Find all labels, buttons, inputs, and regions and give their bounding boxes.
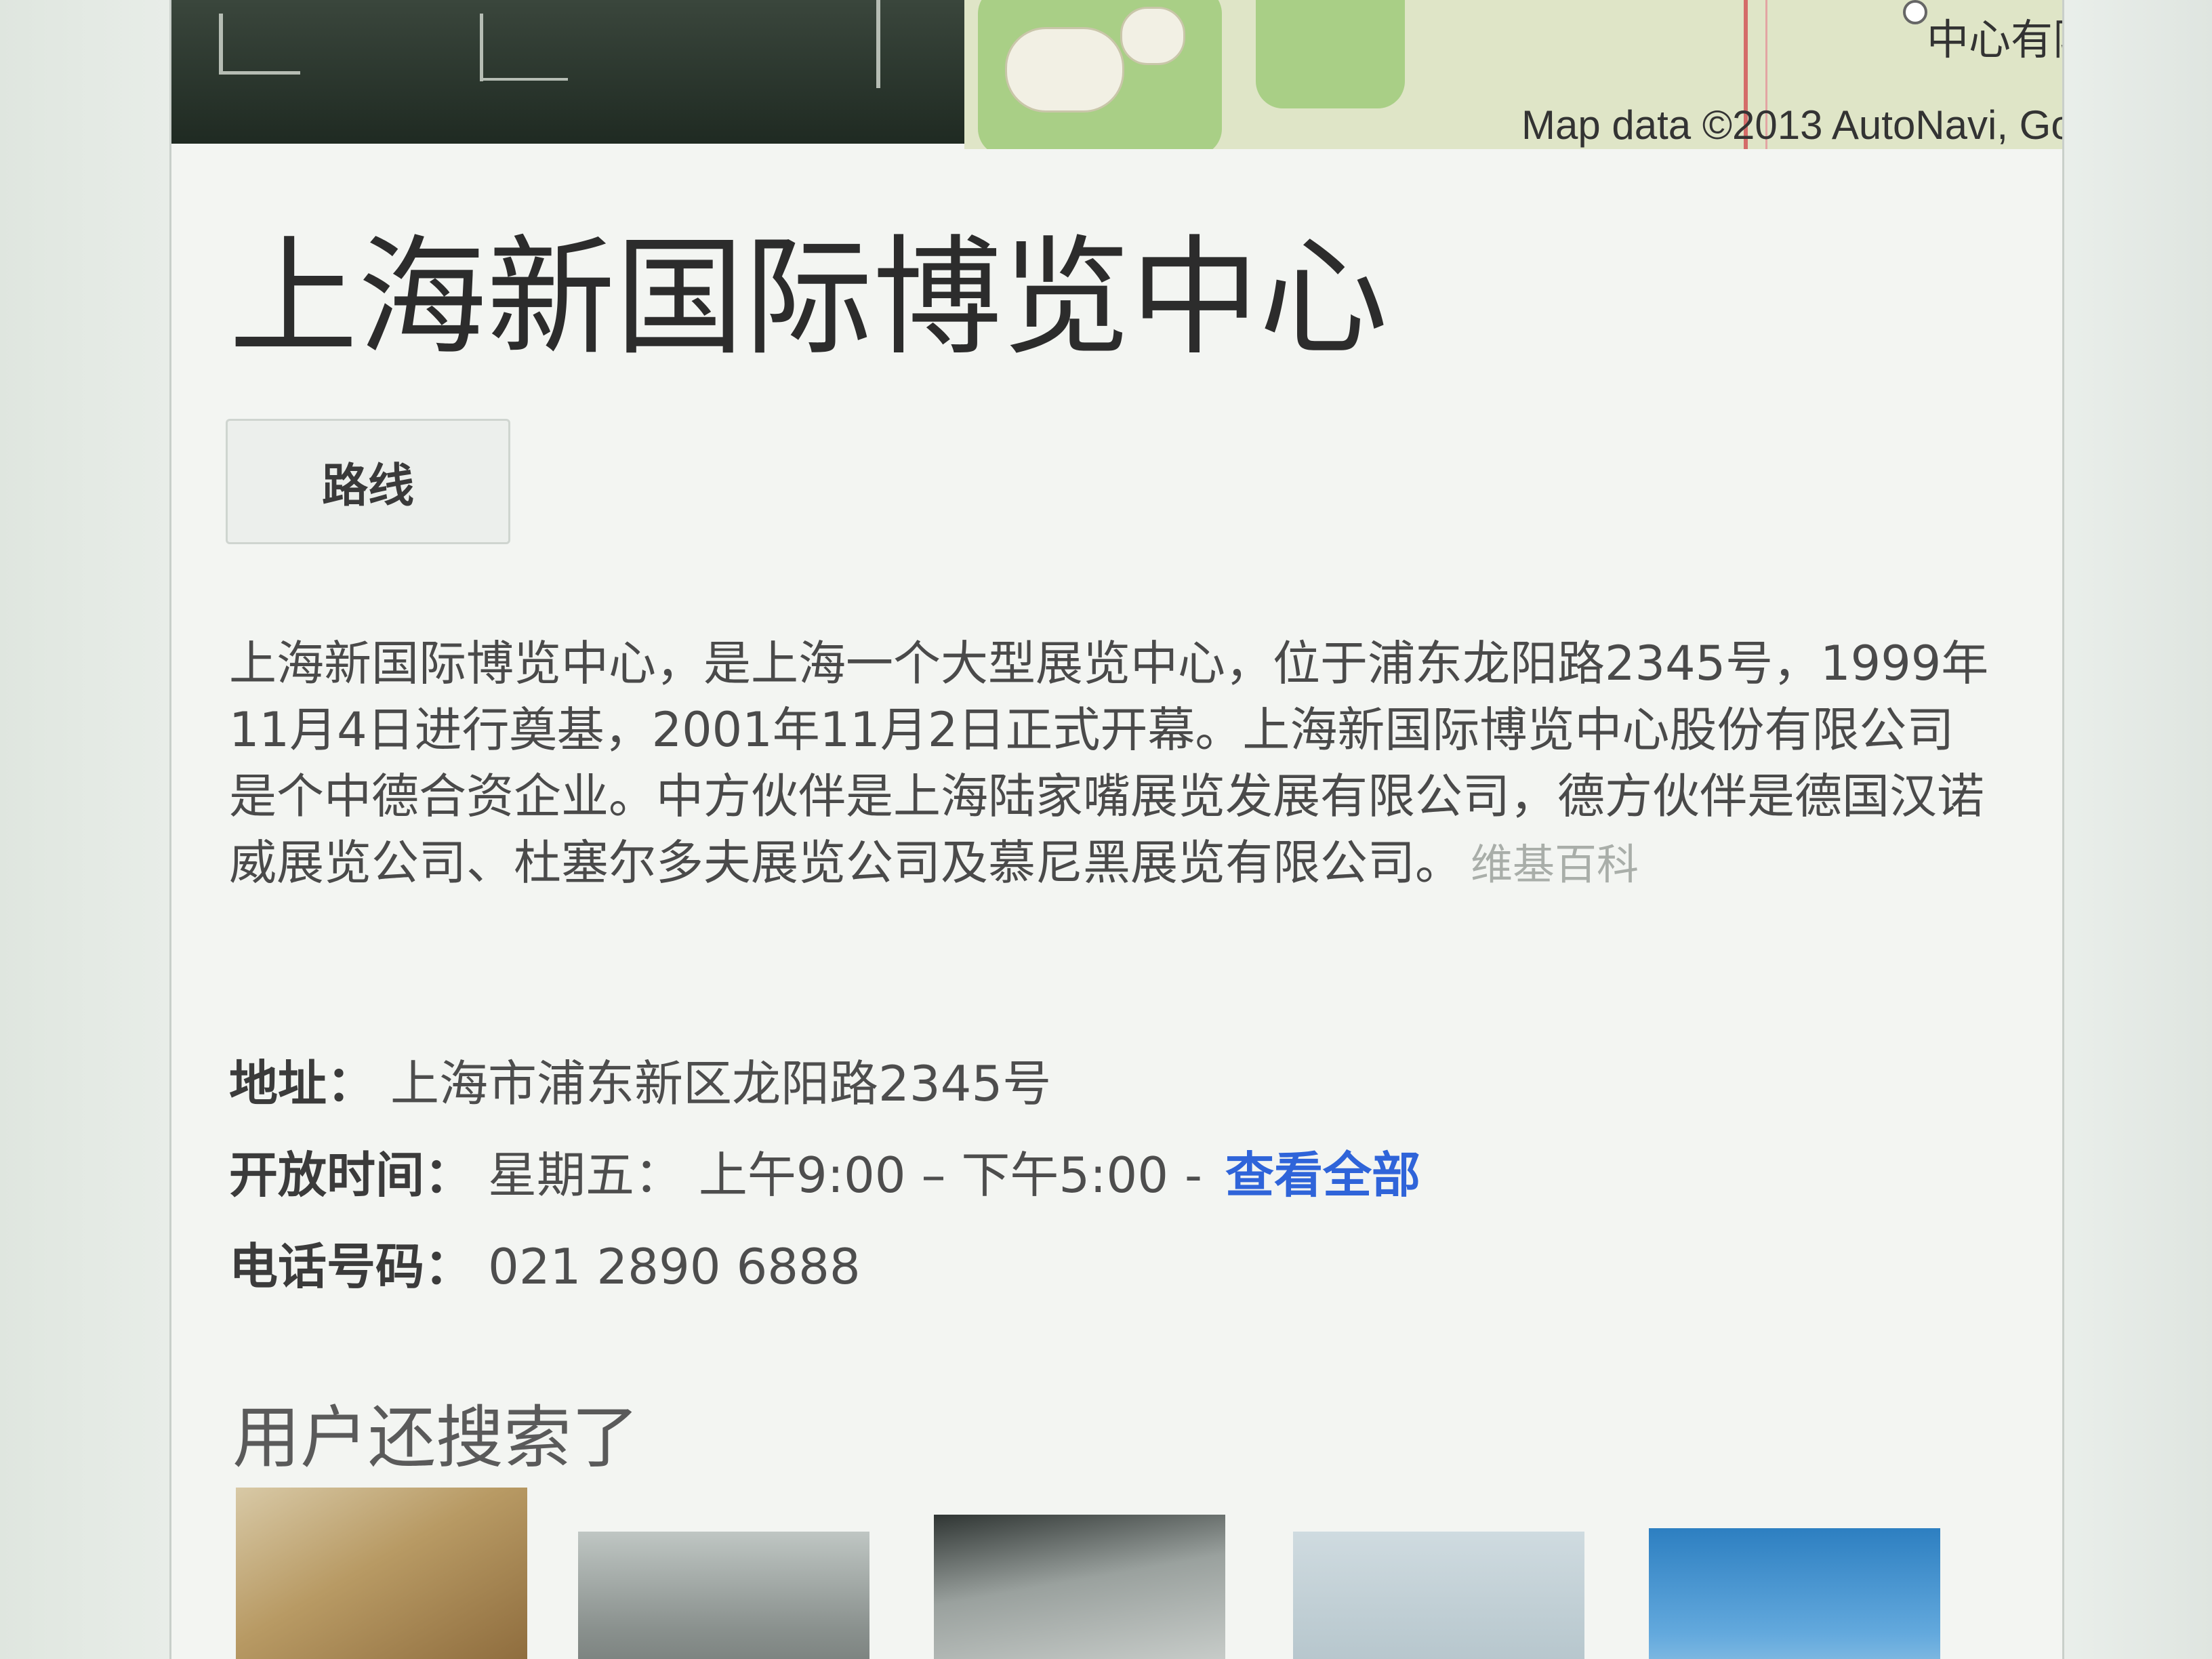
description-source-link[interactable]: 维基百科 <box>1471 840 1639 889</box>
hours-value: 星期五： 上午9:00 – 下午5:00 <box>488 1147 1169 1204</box>
related-thumbnail[interactable] <box>578 1532 869 1659</box>
description-text: 上海新国际博览中心，是上海一个大型展览中心，位于浦东龙阳路2345号，1999年… <box>229 636 1989 890</box>
address-label: 地址： <box>229 1055 376 1112</box>
related-thumbnail[interactable] <box>934 1515 1225 1659</box>
related-thumbnail[interactable] <box>236 1488 527 1659</box>
phone-row: 电话号码： 021 2890 6888 <box>229 1227 861 1298</box>
people-also-search-title: 用户还搜索了 <box>232 1398 639 1477</box>
map-pin-label: 中心有限公 <box>1927 15 2062 64</box>
screen-bezel-left <box>0 0 169 1659</box>
map-thumbnail[interactable]: 中心有限公 Map data ©2013 AutoNavi, Google <box>964 0 2062 149</box>
phone-value[interactable]: 021 2890 6888 <box>488 1238 861 1295</box>
hours-separator: - <box>1185 1147 1203 1204</box>
directions-button[interactable]: 路线 <box>226 419 510 544</box>
address-value: 上海市浦东新区龙阳路2345号 <box>390 1055 1052 1112</box>
related-thumbnail[interactable] <box>1649 1528 1940 1659</box>
phone-label: 电话号码： <box>229 1238 474 1295</box>
view-all-hours-link[interactable]: 查看全部 <box>1225 1147 1420 1204</box>
place-description: 上海新国际博览中心，是上海一个大型展览中心，位于浦东龙阳路2345号，1999年… <box>229 630 1991 898</box>
related-thumbnail[interactable] <box>1293 1532 1584 1659</box>
hours-row: 开放时间： 星期五： 上午9:00 – 下午5:00- 查看全部 <box>229 1135 1420 1206</box>
hours-label: 开放时间： <box>229 1147 474 1204</box>
map-attribution: Map data ©2013 AutoNavi, Google <box>1521 102 2062 148</box>
address-row: 地址： 上海市浦东新区龙阳路2345号 <box>229 1044 1051 1115</box>
screen-bezel-right <box>2056 0 2212 1659</box>
place-title: 上海新国际博览中心 <box>229 223 1389 373</box>
knowledge-panel: 中心有限公 Map data ©2013 AutoNavi, Google 上海… <box>169 0 2064 1659</box>
header-photo[interactable] <box>171 0 964 144</box>
map-pin-icon[interactable] <box>1903 0 1927 24</box>
